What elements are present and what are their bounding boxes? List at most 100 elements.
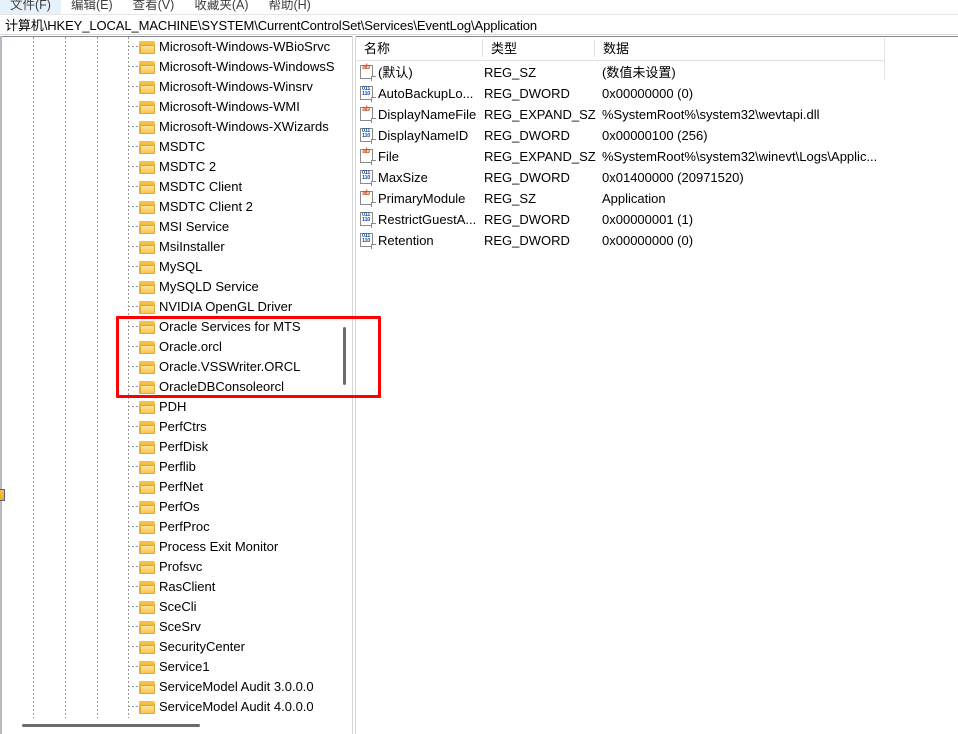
tree-node[interactable]: MSI Service — [0, 217, 337, 237]
folder-icon — [139, 501, 155, 514]
tree-node[interactable]: Microsoft-Windows-Winsrv — [0, 77, 337, 97]
tree-connector — [128, 606, 138, 607]
value-name-cell: DisplayNameID — [378, 128, 469, 143]
tree-node[interactable]: SecurityCenter — [0, 637, 337, 657]
value-type-cell: REG_DWORD — [484, 170, 570, 185]
folder-icon — [139, 601, 155, 614]
tree-node[interactable]: MySQLD Service — [0, 277, 337, 297]
tree-node[interactable]: RasClient — [0, 577, 337, 597]
menu-favorites[interactable]: 收藏夹(A) — [184, 0, 258, 14]
column-header-type[interactable]: 类型 — [483, 37, 594, 60]
tree-node[interactable]: ServiceModel Audit 3.0.0.0 — [0, 677, 337, 697]
tree-node[interactable]: OracleDBConsoleorcl — [0, 377, 337, 397]
tree-node[interactable]: PerfCtrs — [0, 417, 337, 437]
tree-connector — [128, 706, 138, 707]
tree-node[interactable]: PerfDisk — [0, 437, 337, 457]
dword-value-icon: 011 110 — [360, 128, 376, 144]
registry-value-row[interactable]: ab PrimaryModule REG_SZ Application — [356, 188, 958, 209]
string-value-icon: ab — [360, 190, 376, 207]
string-value-icon: ab — [360, 106, 376, 123]
tree-node[interactable]: PerfOs — [0, 497, 337, 517]
tree-node[interactable]: MySQL — [0, 257, 337, 277]
registry-value-row[interactable]: 011 110 AutoBackupLo... REG_DWORD 0x00000000… — [356, 83, 958, 104]
tree-vertical-scroll-thumb[interactable] — [343, 327, 346, 385]
menu-file[interactable]: 文件(F) — [0, 0, 61, 14]
tree-node[interactable]: PDH — [0, 397, 337, 417]
tree-node[interactable]: Microsoft-Windows-XWizards — [0, 117, 337, 137]
registry-values-list[interactable]: 名称 类型 数据 ab (默认) REG_SZ (数值未设置) 011 110 AutoBa… — [356, 36, 958, 734]
tree-horizontal-scroll-thumb[interactable] — [22, 724, 200, 727]
tree-connector — [128, 86, 138, 87]
tree-node[interactable]: SceSrv — [0, 617, 337, 637]
tree-node[interactable]: Microsoft-Windows-WBioSrvc — [0, 37, 337, 57]
tree-node[interactable]: MSDTC Client — [0, 177, 337, 197]
tree-node[interactable]: Service1 — [0, 657, 337, 677]
tree-node-label: MSDTC Client 2 — [159, 199, 253, 214]
tree-connector — [128, 186, 138, 187]
tree-connector — [128, 146, 138, 147]
value-icon-glyph-bottom: 110 — [362, 91, 370, 97]
folder-icon — [139, 141, 155, 154]
value-name-cell: RestrictGuestA... — [378, 212, 477, 227]
folder-icon — [139, 381, 155, 394]
tree-node[interactable]: MSDTC 2 — [0, 157, 337, 177]
tree-connector — [128, 266, 138, 267]
window-left-edge — [0, 36, 2, 734]
tree-node-label: MsiInstaller — [159, 239, 225, 254]
tree-node-label: PerfCtrs — [159, 419, 207, 434]
tree-node[interactable]: Oracle Services for MTS — [0, 317, 337, 337]
menu-help[interactable]: 帮助(H) — [258, 0, 320, 14]
registry-value-row[interactable]: ab File REG_EXPAND_SZ %SystemRoot%\system32… — [356, 146, 958, 167]
tree-connector — [128, 226, 138, 227]
values-list-header: 名称 类型 数据 — [356, 37, 885, 61]
registry-value-row[interactable]: 011 110 Retention REG_DWORD 0x00000000 (0) — [356, 230, 958, 251]
tree-node[interactable]: MSDTC Client 2 — [0, 197, 337, 217]
header-end-divider — [884, 38, 885, 80]
folder-icon — [139, 641, 155, 654]
tree-node[interactable]: ServiceModel Audit 4.0.0.0 — [0, 697, 337, 717]
registry-value-row[interactable]: 011 110 DisplayNameID REG_DWORD 0x00000100 (… — [356, 125, 958, 146]
tree-node[interactable]: SceCli — [0, 597, 337, 617]
tree-node[interactable]: PerfNet — [0, 477, 337, 497]
tree-node[interactable]: Profsvc — [0, 557, 337, 577]
folder-icon — [139, 681, 155, 694]
tree-node-label: RasClient — [159, 579, 216, 594]
folder-icon — [139, 361, 155, 374]
tree-node[interactable]: MsiInstaller — [0, 237, 337, 257]
folder-icon — [139, 221, 155, 234]
value-icon-glyph: ab — [362, 148, 370, 155]
value-name-cell: MaxSize — [378, 170, 428, 185]
tree-connector — [128, 346, 138, 347]
tree-node[interactable]: Oracle.orcl — [0, 337, 337, 357]
registry-value-row[interactable]: ab (默认) REG_SZ (数值未设置) — [356, 62, 958, 83]
column-header-name[interactable]: 名称 — [356, 37, 482, 60]
tree-node[interactable]: MSDTC — [0, 137, 337, 157]
menu-view[interactable]: 查看(V) — [123, 0, 185, 14]
tree-node-label: PerfOs — [159, 499, 200, 514]
value-type-cell: REG_DWORD — [484, 233, 570, 248]
tree-node-label: PerfProc — [159, 519, 210, 534]
folder-icon — [139, 241, 155, 254]
value-name-cell: DisplayNameFile — [378, 107, 477, 122]
tree-node[interactable]: Process Exit Monitor — [0, 537, 337, 557]
tree-node[interactable]: Perflib — [0, 457, 337, 477]
tree-node[interactable]: Microsoft-Windows-WindowsS — [0, 57, 337, 77]
tree-node[interactable]: NVIDIA OpenGL Driver — [0, 297, 337, 317]
menu-edit[interactable]: 编辑(E) — [61, 0, 123, 14]
registry-value-row[interactable]: 011 110 RestrictGuestA... REG_DWORD 0x000000… — [356, 209, 958, 230]
tree-node[interactable]: PerfProc — [0, 517, 337, 537]
tree-node[interactable]: Microsoft-Windows-WMI — [0, 97, 337, 117]
column-header-data[interactable]: 数据 — [595, 37, 885, 60]
folder-icon — [139, 81, 155, 94]
registry-value-row[interactable]: 011 110 MaxSize REG_DWORD 0x01400000 (209715… — [356, 167, 958, 188]
address-bar[interactable]: 计算机\HKEY_LOCAL_MACHINE\SYSTEM\CurrentCon… — [0, 14, 958, 35]
value-data-cell: 0x00000100 (256) — [602, 128, 708, 143]
tree-connector — [128, 246, 138, 247]
tree-node-label: Oracle Services for MTS — [159, 319, 301, 334]
folder-icon — [139, 701, 155, 714]
registry-key-tree[interactable]: Microsoft-Windows-WBioSrvc Microsoft-Wind… — [0, 36, 337, 719]
tree-vertical-scrollbar[interactable] — [337, 36, 352, 718]
tree-node[interactable]: Oracle.VSSWriter.ORCL — [0, 357, 337, 377]
tree-horizontal-scrollbar[interactable] — [0, 718, 352, 734]
registry-value-row[interactable]: ab DisplayNameFile REG_EXPAND_SZ %SystemRoo… — [356, 104, 958, 125]
